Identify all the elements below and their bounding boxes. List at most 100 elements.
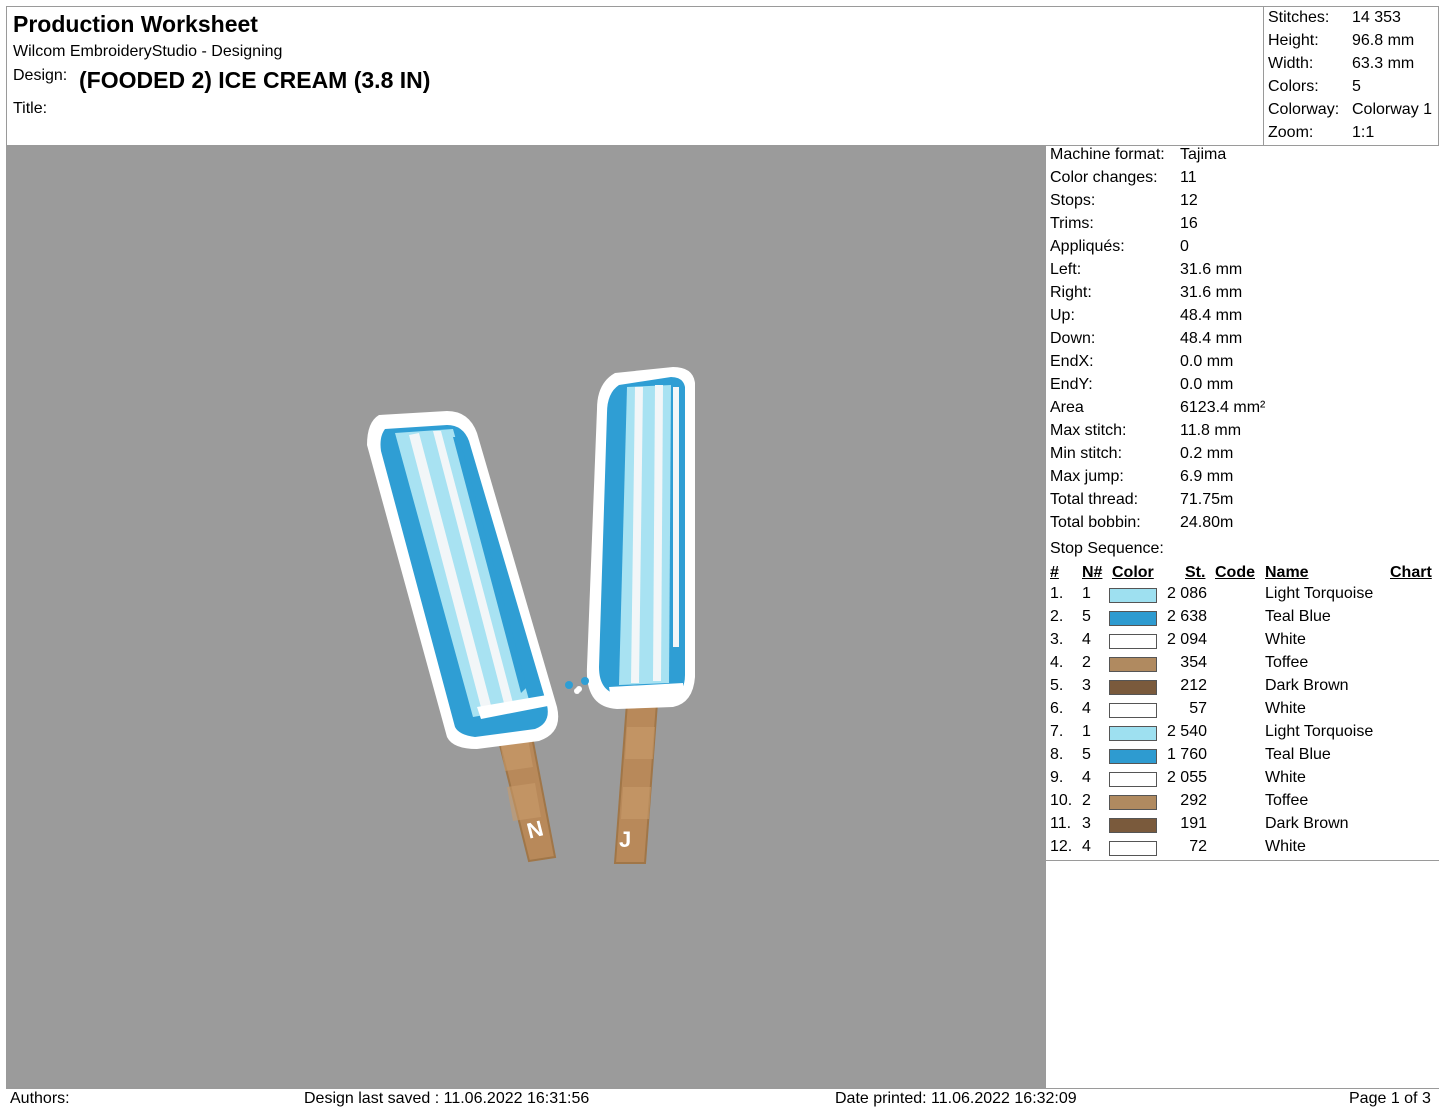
info-row: Max jump: 6.9 mm bbox=[1050, 468, 1233, 486]
col-header-code: Code bbox=[1215, 564, 1255, 581]
info-value: 0.0 mm bbox=[1180, 376, 1234, 393]
thread-name: Toffee bbox=[1265, 792, 1309, 809]
stop-number: 7. bbox=[1050, 723, 1064, 740]
info-value: 11 bbox=[1180, 169, 1197, 186]
design-name: (FOODED 2) ICE CREAM (3.8 IN) bbox=[79, 67, 431, 93]
info-label: Max jump: bbox=[1050, 468, 1124, 485]
design-label: Design: bbox=[13, 67, 68, 84]
info-row: Stops: 12 bbox=[1050, 192, 1198, 210]
color-swatch bbox=[1109, 726, 1157, 741]
info-value: 31.6 mm bbox=[1180, 261, 1243, 278]
col-header-stitches: St. bbox=[1185, 564, 1206, 581]
color-swatch bbox=[1109, 749, 1157, 764]
table-row: 12. 4 72 White bbox=[1046, 838, 1439, 861]
app-name: Wilcom EmbroideryStudio - Designing bbox=[13, 43, 283, 60]
thread-name: Toffee bbox=[1265, 654, 1309, 671]
stop-number: 5. bbox=[1050, 677, 1064, 694]
info-value: 6123.4 mm² bbox=[1180, 399, 1266, 416]
table-row: 2. 5 2 638 Teal Blue bbox=[1046, 608, 1439, 631]
stitch-count: 2 540 bbox=[1166, 723, 1207, 740]
stat-label: Height: bbox=[1268, 32, 1319, 49]
table-row: 7. 1 2 540 Light Torquoise bbox=[1046, 723, 1439, 746]
color-swatch bbox=[1109, 703, 1157, 718]
info-value: 16 bbox=[1180, 215, 1198, 232]
design-stats: Stitches: 14 353 Height: 96.8 mm Width: 63.3 … bbox=[1263, 7, 1440, 145]
info-label: Color changes: bbox=[1050, 169, 1158, 186]
color-swatch bbox=[1109, 772, 1157, 787]
stat-row: Zoom: 1:1 bbox=[1268, 124, 1374, 142]
info-label: Stops: bbox=[1050, 192, 1096, 209]
color-swatch bbox=[1109, 795, 1157, 810]
page-title: Production Worksheet bbox=[13, 11, 258, 37]
table-row: 10. 2 292 Toffee bbox=[1046, 792, 1439, 815]
color-swatch bbox=[1109, 588, 1157, 603]
table-row: 1. 1 2 086 Light Torquoise bbox=[1046, 585, 1439, 608]
stat-value: 96.8 mm bbox=[1352, 32, 1415, 49]
worksheet-footer: Authors: Design last saved : 11.06.2022 … bbox=[6, 1088, 1439, 1113]
stitch-count: 292 bbox=[1180, 792, 1207, 809]
table-row: 3. 4 2 094 White bbox=[1046, 631, 1439, 654]
info-label: Appliqués: bbox=[1050, 238, 1125, 255]
info-label: Left: bbox=[1050, 261, 1082, 278]
info-value: 24.80m bbox=[1180, 514, 1234, 531]
needle-number: 1 bbox=[1082, 723, 1091, 740]
needle-number: 2 bbox=[1082, 654, 1091, 671]
needle-number: 2 bbox=[1082, 792, 1091, 809]
stat-row: Colorway: Colorway 1 bbox=[1268, 101, 1432, 119]
thread-name: White bbox=[1265, 769, 1306, 786]
last-saved: Design last saved : 11.06.2022 16:31:56 bbox=[304, 1090, 590, 1107]
needle-number: 4 bbox=[1082, 700, 1091, 717]
embroidery-design: N J bbox=[367, 367, 695, 864]
stop-number: 6. bbox=[1050, 700, 1064, 717]
info-label: Max stitch: bbox=[1050, 422, 1127, 439]
needle-number: 5 bbox=[1082, 746, 1091, 763]
info-row: Left: 31.6 mm bbox=[1050, 261, 1242, 279]
stat-label: Zoom: bbox=[1268, 124, 1314, 141]
stat-label: Width: bbox=[1268, 55, 1314, 72]
info-value: 11.8 mm bbox=[1180, 422, 1242, 439]
stop-number: 10. bbox=[1050, 792, 1073, 809]
info-value: 31.6 mm bbox=[1180, 284, 1243, 301]
page-number: Page 1 of 3 bbox=[1349, 1090, 1431, 1107]
thread-name: White bbox=[1265, 631, 1306, 648]
info-label: Trims: bbox=[1050, 215, 1094, 232]
stitch-count: 354 bbox=[1180, 654, 1207, 671]
info-value: 71.75m bbox=[1180, 491, 1234, 508]
stat-row: Width: 63.3 mm bbox=[1268, 55, 1414, 73]
info-row: Area 6123.4 mm² bbox=[1050, 399, 1265, 417]
info-value: 0.0 mm bbox=[1180, 353, 1234, 370]
needle-number: 3 bbox=[1082, 815, 1091, 832]
stitch-count: 2 638 bbox=[1166, 608, 1207, 625]
info-value: 6.9 mm bbox=[1180, 468, 1234, 485]
authors-label: Authors: bbox=[10, 1090, 70, 1107]
thread-name: White bbox=[1265, 838, 1306, 855]
needle-number: 4 bbox=[1082, 631, 1091, 648]
design-preview: N J bbox=[6, 146, 1046, 1088]
date-printed: Date printed: 11.06.2022 16:32:09 bbox=[835, 1090, 1077, 1107]
table-row: 6. 4 57 White bbox=[1046, 700, 1439, 723]
stat-label: Colors: bbox=[1268, 78, 1319, 95]
table-row: 8. 5 1 760 Teal Blue bbox=[1046, 746, 1439, 769]
stitch-count: 2 086 bbox=[1166, 585, 1207, 602]
stop-number: 2. bbox=[1050, 608, 1064, 625]
stat-row: Stitches: 14 353 bbox=[1268, 9, 1401, 27]
right-popsicle: J bbox=[576, 367, 695, 864]
info-row: Appliqués: 0 bbox=[1050, 238, 1189, 256]
stitch-count: 2 055 bbox=[1166, 769, 1207, 786]
info-row: Total thread: 71.75m bbox=[1050, 491, 1233, 509]
info-value: Tajima bbox=[1180, 146, 1227, 163]
stitch-count: 191 bbox=[1180, 815, 1207, 832]
stat-label: Colorway: bbox=[1268, 101, 1340, 118]
stat-label: Stitches: bbox=[1268, 9, 1330, 26]
info-label: Up: bbox=[1050, 307, 1075, 324]
info-label: Down: bbox=[1050, 330, 1096, 347]
stop-number: 4. bbox=[1050, 654, 1064, 671]
info-label: EndX: bbox=[1050, 353, 1094, 370]
info-value: 0.2 mm bbox=[1180, 445, 1234, 462]
stitch-count: 2 094 bbox=[1166, 631, 1207, 648]
stat-value: 63.3 mm bbox=[1352, 55, 1415, 72]
needle-number: 4 bbox=[1082, 769, 1091, 786]
col-header-needle: N# bbox=[1082, 564, 1103, 581]
info-label: Right: bbox=[1050, 284, 1092, 301]
needle-number: 5 bbox=[1082, 608, 1091, 625]
